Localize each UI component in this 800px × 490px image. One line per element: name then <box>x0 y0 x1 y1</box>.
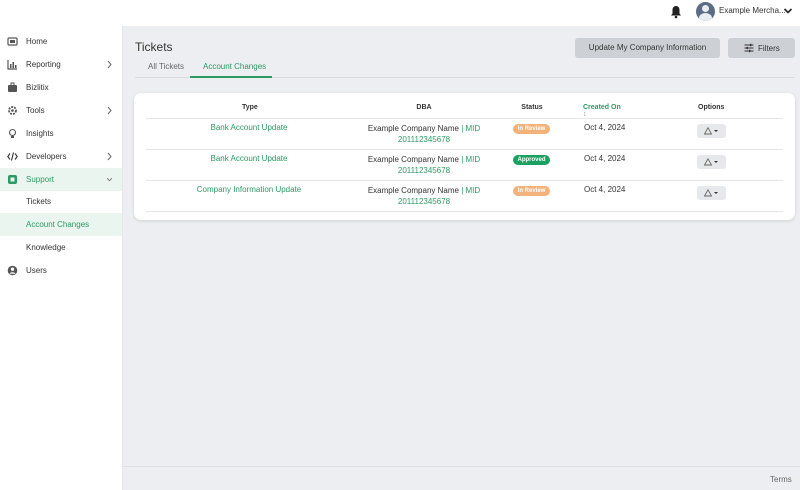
row-divider <box>146 149 783 150</box>
sidebar-subitem-label: Tickets <box>26 197 52 206</box>
sidebar-item-home[interactable]: Home <box>0 30 122 53</box>
column-header-type[interactable]: Type <box>242 104 258 111</box>
footer: Terms <box>123 466 800 490</box>
column-header-created-on[interactable]: Created On ↕ <box>583 104 623 118</box>
mid-link[interactable]: MID <box>466 186 481 195</box>
dba-separator: | <box>461 186 464 195</box>
code-icon <box>7 152 18 161</box>
status-badge: Approved <box>513 155 550 165</box>
column-header-dba[interactable]: DBA <box>416 104 432 111</box>
column-header-created-on-label: Created On <box>583 104 621 111</box>
dba-name: Example Company Name <box>367 124 459 133</box>
tab-bar: All Tickets Account Changes <box>135 58 795 78</box>
mid-number-link[interactable]: 201112345678 <box>398 135 450 144</box>
page-title: Tickets <box>135 40 173 54</box>
sidebar: Home Reporting Bizlitix Tools Insights D… <box>0 26 123 490</box>
tab-account-changes[interactable]: Account Changes <box>203 62 266 71</box>
row-divider <box>146 211 783 212</box>
lightbulb-icon <box>8 128 17 138</box>
sidebar-subitem-label: Knowledge <box>26 243 66 252</box>
sidebar-item-label: Tools <box>26 106 45 115</box>
mid-link[interactable]: MID <box>466 124 481 133</box>
sidebar-item-support[interactable]: Support <box>0 168 122 191</box>
sidebar-item-label: Developers <box>26 152 67 161</box>
dba-cell: Example Company Name | MID 201112345678 <box>354 154 494 176</box>
row-options-button[interactable] <box>697 155 726 169</box>
sidebar-item-label: Insights <box>26 129 54 138</box>
sidebar-item-label: Users <box>26 266 47 275</box>
sliders-icon <box>744 43 754 53</box>
tickets-table: Type DBA Status Created On ↕ Options Ban… <box>134 93 795 220</box>
chevron-down-icon <box>106 178 113 182</box>
sidebar-subitem-tickets[interactable]: Tickets <box>0 190 122 213</box>
status-badge: In Review <box>513 186 550 196</box>
mid-number-link[interactable]: 201112345678 <box>398 197 450 206</box>
filters-button[interactable]: Filters <box>728 38 795 58</box>
sidebar-item-label: Home <box>26 37 48 46</box>
sidebar-item-users[interactable]: Users <box>0 259 122 282</box>
update-company-info-button[interactable]: Update My Company Information <box>575 38 720 58</box>
column-header-options: Options <box>698 104 725 111</box>
warning-dropdown-icon <box>704 127 718 135</box>
main-content: Tickets Update My Company Information Fi… <box>123 26 800 466</box>
user-avatar-icon[interactable] <box>696 2 715 21</box>
sidebar-subitem-knowledge[interactable]: Knowledge <box>0 236 122 259</box>
briefcase-icon <box>8 82 17 92</box>
filters-label: Filters <box>758 44 780 53</box>
mid-number-link[interactable]: 201112345678 <box>398 166 450 175</box>
ticket-type-link[interactable]: Bank Account Update <box>174 154 324 163</box>
user-name[interactable]: Example Mercha... <box>719 6 786 15</box>
chevron-down-icon[interactable] <box>783 7 793 15</box>
ticket-type-link[interactable]: Bank Account Update <box>174 123 324 132</box>
dba-cell: Example Company Name | MID 201112345678 <box>354 185 494 207</box>
terms-link[interactable]: Terms <box>770 475 792 484</box>
user-icon <box>7 265 18 276</box>
row-options-button[interactable] <box>697 124 726 138</box>
active-tab-indicator <box>190 76 272 78</box>
dba-cell: Example Company Name | MID 201112345678 <box>354 123 494 145</box>
header-divider <box>146 118 783 119</box>
sidebar-item-bizlitix[interactable]: Bizlitix <box>0 76 122 99</box>
created-date: Oct 4, 2024 <box>584 154 626 163</box>
chevron-right-icon <box>107 106 112 115</box>
sidebar-item-label: Bizlitix <box>26 83 49 92</box>
sidebar-item-reporting[interactable]: Reporting <box>0 53 122 76</box>
gear-icon <box>8 106 17 115</box>
sidebar-item-label: Reporting <box>26 60 61 69</box>
support-icon <box>8 175 17 184</box>
column-header-status[interactable]: Status <box>520 104 544 111</box>
warning-dropdown-icon <box>704 189 718 197</box>
sidebar-item-developers[interactable]: Developers <box>0 145 122 168</box>
bar-chart-icon <box>7 60 17 70</box>
sort-icon: ↕ <box>583 111 587 118</box>
created-date: Oct 4, 2024 <box>584 123 626 132</box>
bell-icon[interactable] <box>670 5 682 19</box>
mid-link[interactable]: MID <box>466 155 481 164</box>
row-divider <box>146 180 783 181</box>
sidebar-subitem-account-changes[interactable]: Account Changes <box>0 213 122 236</box>
top-bar: Example Mercha... <box>0 0 800 26</box>
chevron-right-icon <box>107 60 112 69</box>
ticket-type-link[interactable]: Company Information Update <box>174 185 324 194</box>
sidebar-item-label: Support <box>26 175 55 184</box>
sidebar-item-insights[interactable]: Insights <box>0 122 122 145</box>
dba-separator: | <box>461 124 464 133</box>
tab-all-tickets[interactable]: All Tickets <box>148 62 184 71</box>
status-badge: In Review <box>513 124 550 134</box>
row-options-button[interactable] <box>697 186 726 200</box>
chevron-right-icon <box>107 152 112 161</box>
warning-dropdown-icon <box>704 158 718 166</box>
dba-name: Example Company Name <box>367 155 459 164</box>
home-icon <box>7 37 18 46</box>
sidebar-subitem-label: Account Changes <box>26 220 90 229</box>
dba-name: Example Company Name <box>367 186 459 195</box>
sidebar-item-tools[interactable]: Tools <box>0 99 122 122</box>
dba-separator: | <box>461 155 464 164</box>
created-date: Oct 4, 2024 <box>584 185 626 194</box>
